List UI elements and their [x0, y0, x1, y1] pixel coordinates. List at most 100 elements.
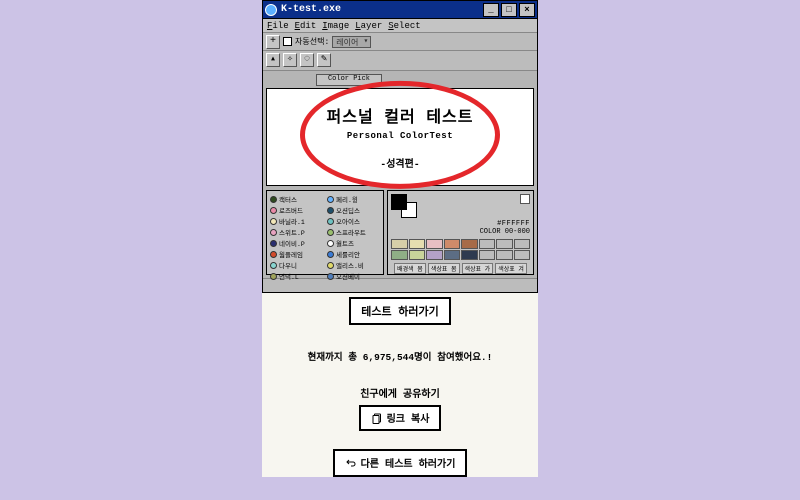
layer-item[interactable]: 세룰리안: [327, 249, 380, 259]
layers-panel: 캑터스 페리.윙로즈버드 오션딥스바닐라.1 오아이스스위트.P 스프라우트네이비.P 월…: [266, 190, 384, 275]
swatch[interactable]: [426, 239, 443, 249]
copy-link-label: 링크 복사: [387, 410, 430, 426]
share-header: 친구에게 공유하기: [262, 385, 538, 401]
minimize-button[interactable]: _: [483, 3, 499, 17]
menu-select[interactable]: Select: [388, 21, 420, 31]
swatch[interactable]: [496, 239, 513, 249]
menu-layer[interactable]: Layer: [355, 21, 382, 31]
swatch[interactable]: [444, 239, 461, 249]
layer-color-dot: [270, 240, 277, 247]
swatch[interactable]: [479, 239, 496, 249]
layer-item[interactable]: 네이비.P: [270, 238, 323, 248]
swatch[interactable]: [444, 250, 461, 260]
layer-item[interactable]: 앨리스.비: [327, 260, 380, 270]
layer-label: 앨리스.비: [336, 260, 364, 270]
menubar: File Edit Image Layer Select: [263, 19, 537, 33]
layer-color-dot: [270, 207, 277, 214]
layer-color-dot: [270, 218, 277, 225]
auto-select-checkbox[interactable]: [283, 37, 292, 46]
brush-tool[interactable]: ✎: [317, 53, 331, 67]
layer-item[interactable]: 스위트.P: [270, 227, 323, 237]
layer-color-dot: [270, 273, 277, 280]
layer-color-dot: [327, 240, 334, 247]
layer-item[interactable]: 캑터스: [270, 194, 323, 204]
layer-item[interactable]: 오션베이: [327, 271, 380, 281]
swatch[interactable]: [426, 250, 443, 260]
swatch-band-button[interactable]: 색상표 겨: [495, 263, 527, 274]
menu-file[interactable]: File: [267, 21, 289, 31]
layer-item[interactable]: 웜플레임: [270, 249, 323, 259]
layer-item[interactable]: 스프라우트: [327, 227, 380, 237]
layer-item[interactable]: 다우니: [270, 260, 323, 270]
more-tests-label: 다른 테스트 하러가기: [361, 455, 456, 471]
canvas-area: Color Pick 퍼스널 컬러 테스트 Personal ColorTest…: [263, 71, 537, 278]
fg-bg-swatch[interactable]: [391, 194, 417, 218]
layer-color-dot: [270, 229, 277, 236]
swatch[interactable]: [496, 250, 513, 260]
lasso-tool[interactable]: ◌: [300, 53, 314, 67]
layer-label: 오션베이: [336, 271, 360, 281]
layer-item[interactable]: 페리.윙: [327, 194, 380, 204]
participant-count: 현재까지 총 6,975,544명이 참여했어요.!: [262, 349, 538, 363]
layer-color-dot: [327, 229, 334, 236]
layer-item[interactable]: 월트즈: [327, 238, 380, 248]
start-test-button[interactable]: 테스트 하러가기: [349, 297, 450, 325]
swatch[interactable]: [461, 250, 478, 260]
layer-label: 다우니: [279, 260, 297, 270]
layer-color-dot: [270, 262, 277, 269]
layer-item[interactable]: 오아이스: [327, 216, 380, 226]
color-panel: #FFFFFF COLOR 00-000 배경색 봄색상표 봄색상표 가색상표 …: [387, 190, 534, 275]
return-arrow-icon: [345, 457, 357, 469]
eraser-icon[interactable]: [520, 194, 530, 204]
options-bar: + 자동선택: 레이어: [263, 33, 537, 51]
swatch[interactable]: [409, 239, 426, 249]
headline: 퍼스널 컬러 테스트: [327, 103, 474, 127]
swatch[interactable]: [479, 250, 496, 260]
app-icon: [265, 4, 277, 16]
close-button[interactable]: ×: [519, 3, 535, 17]
menu-image[interactable]: Image: [322, 21, 349, 31]
layer-label: 바닐라.1: [279, 216, 305, 226]
copy-link-button[interactable]: 링크 복사: [359, 405, 442, 431]
layer-color-dot: [327, 207, 334, 214]
swatch-band-button[interactable]: 배경색 봄: [394, 263, 426, 274]
layer-label: 스프라우트: [336, 227, 366, 237]
titlebar: K-test.exe _ □ ×: [263, 1, 537, 19]
layer-color-dot: [270, 251, 277, 258]
tool-row: ▴ ✧ ◌ ✎: [263, 51, 537, 71]
maximize-button[interactable]: □: [501, 3, 517, 17]
tagline: -성격편-: [380, 155, 420, 171]
layer-label: 언덕.L: [279, 271, 299, 281]
swatch-band-button[interactable]: 색상표 가: [462, 263, 494, 274]
swatch[interactable]: [461, 239, 478, 249]
more-tests-button[interactable]: 다른 테스트 하러가기: [333, 449, 468, 477]
auto-select-dropdown[interactable]: 레이어: [332, 36, 371, 48]
layer-color-dot: [327, 196, 334, 203]
move-tool-icon[interactable]: +: [266, 35, 280, 49]
swatch[interactable]: [514, 239, 531, 249]
fg-swatch: [391, 194, 407, 210]
pointer-tool[interactable]: ▴: [266, 53, 280, 67]
app-column: K-test.exe _ □ × File Edit Image Layer S…: [262, 0, 538, 477]
swatch[interactable]: [391, 250, 408, 260]
swatch-band-button[interactable]: 색상표 봄: [428, 263, 460, 274]
layer-item[interactable]: 언덕.L: [270, 271, 323, 281]
layer-label: 캑터스: [279, 194, 297, 204]
wand-tool[interactable]: ✧: [283, 53, 297, 67]
swatch[interactable]: [391, 239, 408, 249]
layer-item[interactable]: 로즈버드: [270, 205, 323, 215]
retro-window: K-test.exe _ □ × File Edit Image Layer S…: [262, 0, 538, 293]
swatch[interactable]: [409, 250, 426, 260]
swatch[interactable]: [514, 250, 531, 260]
layer-label: 네이비.P: [279, 238, 305, 248]
layer-color-dot: [327, 251, 334, 258]
menu-edit[interactable]: Edit: [295, 21, 317, 31]
auto-select-label: 자동선택:: [295, 36, 329, 47]
layer-label: 페리.윙: [336, 194, 358, 204]
layer-item[interactable]: 바닐라.1: [270, 216, 323, 226]
layer-color-dot: [327, 273, 334, 280]
layer-item[interactable]: 오션딥스: [327, 205, 380, 215]
clipboard-icon: [371, 412, 383, 424]
layer-label: 오션딥스: [336, 205, 360, 215]
swatch-grid: [391, 239, 530, 260]
